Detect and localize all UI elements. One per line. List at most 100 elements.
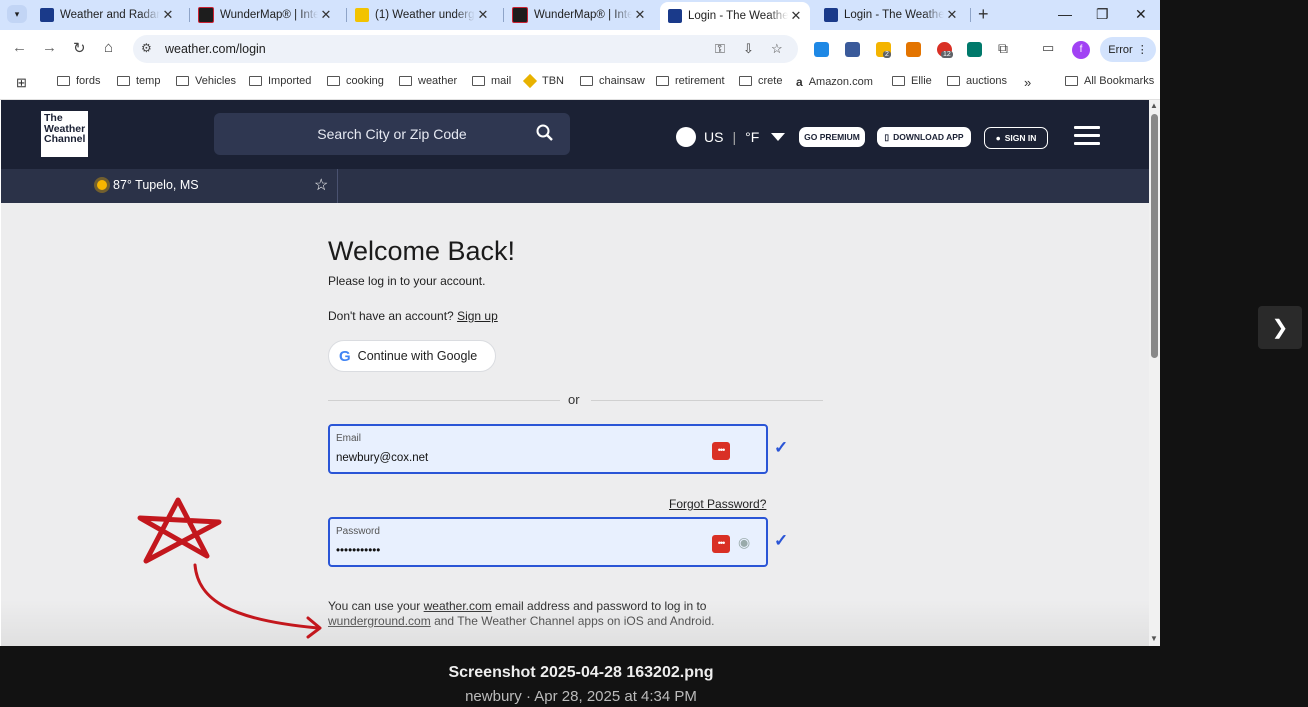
- location-label: 87° Tupelo, MS: [113, 178, 199, 192]
- email-field[interactable]: Email newbury@cox.net •••: [328, 424, 768, 474]
- extension-chart-icon[interactable]: [906, 42, 921, 57]
- site-header: The Weather Channel Search City or Zip C…: [1, 100, 1149, 169]
- scrollbar-thumb[interactable]: [1151, 114, 1158, 358]
- close-icon[interactable]: ✕: [788, 8, 804, 24]
- go-premium-button[interactable]: GO PREMIUM: [799, 127, 865, 147]
- scroll-up-icon[interactable]: ▲: [1150, 101, 1158, 110]
- password-field[interactable]: Password ••••••••••• ••• ◉: [328, 517, 768, 567]
- bookmark-label: fords: [76, 75, 101, 87]
- hamburger-menu-icon[interactable]: [1074, 126, 1100, 150]
- close-icon[interactable]: ✕: [944, 7, 960, 23]
- tab-search-icon[interactable]: ▾: [7, 5, 27, 23]
- bookmark-label: Amazon.com: [808, 76, 873, 88]
- back-button[interactable]: ←: [12, 39, 27, 56]
- forgot-password-link[interactable]: Forgot Password?: [669, 497, 766, 511]
- tab-strip: ▾ Weather and Radar M ✕ WunderMap® | Int…: [0, 0, 1160, 30]
- email-label: Email: [336, 433, 362, 444]
- error-menu-button[interactable]: Error ⋮: [1100, 37, 1156, 62]
- region-label: US: [704, 129, 724, 145]
- bookmark-imported[interactable]: Imported: [249, 75, 311, 87]
- bookmark-fords[interactable]: fords: [57, 75, 100, 87]
- password-manager-icon[interactable]: •••: [712, 442, 730, 460]
- wunderground-link[interactable]: wunderground.com: [328, 614, 431, 628]
- extensions-puzzle-icon[interactable]: ⧉: [998, 40, 1008, 57]
- bookmark-retirement[interactable]: retirement: [656, 75, 725, 87]
- close-window-button[interactable]: ✕: [1135, 6, 1147, 23]
- address-bar[interactable]: ⚙ weather.com/login ⚿ ⇩ ☆: [133, 35, 798, 63]
- bookmark-temp[interactable]: temp: [117, 75, 160, 87]
- bookmark-star-icon[interactable]: ☆: [771, 41, 783, 57]
- password-value[interactable]: •••••••••••: [336, 545, 380, 557]
- location-search-input[interactable]: Search City or Zip Code: [214, 113, 570, 155]
- close-icon[interactable]: ✕: [318, 7, 334, 23]
- screenshot-meta: newbury · Apr 28, 2025 at 4:34 PM: [465, 688, 697, 705]
- close-icon[interactable]: ✕: [632, 7, 648, 23]
- units-selector[interactable]: US | °F: [676, 127, 786, 147]
- bookmark-amazon[interactable]: a Amazon.com: [796, 75, 873, 89]
- site-settings-icon[interactable]: ⚙: [141, 41, 157, 57]
- password-valid-check-icon: ✓: [774, 531, 789, 550]
- sign-in-button[interactable]: ● SIGN IN: [984, 127, 1048, 149]
- tab-title: Login - The Weather: [688, 10, 788, 22]
- cast-icon[interactable]: ▭: [1042, 40, 1054, 56]
- tab-6[interactable]: Login - The Weather ✕: [816, 2, 966, 28]
- unit-label: °F: [745, 129, 760, 145]
- new-tab-button[interactable]: +: [978, 4, 989, 25]
- account-info-text: You can use your weather.com email addre…: [328, 599, 748, 629]
- bookmark-cooking[interactable]: cooking: [327, 75, 384, 87]
- url-text[interactable]: weather.com/login: [165, 42, 266, 56]
- restore-button[interactable]: ❐: [1096, 6, 1109, 23]
- extension-photo-icon[interactable]: [845, 42, 860, 57]
- extension-teal-icon[interactable]: [967, 42, 982, 57]
- show-password-eye-icon[interactable]: ◉: [738, 534, 750, 551]
- globe-icon: [676, 127, 696, 147]
- sign-up-link[interactable]: Sign up: [457, 309, 498, 323]
- bookmark-mail[interactable]: mail: [472, 75, 511, 87]
- tab-4[interactable]: WunderMap® | Intera ✕: [504, 2, 654, 28]
- bookmarks-overflow-button[interactable]: »: [1024, 75, 1031, 90]
- bookmark-chainsaw[interactable]: chainsaw: [580, 75, 645, 87]
- divider: [328, 400, 560, 401]
- folder-icon: [176, 76, 189, 86]
- bookmark-auctions[interactable]: auctions: [947, 75, 1007, 87]
- scroll-down-icon[interactable]: ▼: [1150, 634, 1158, 643]
- forward-button[interactable]: →: [42, 39, 57, 56]
- password-key-icon[interactable]: ⚿: [715, 41, 725, 57]
- all-bookmarks-button[interactable]: All Bookmarks: [1065, 75, 1154, 87]
- next-image-button[interactable]: ❯: [1258, 306, 1302, 349]
- reload-button[interactable]: ↻: [73, 39, 86, 57]
- close-icon[interactable]: ✕: [475, 7, 491, 23]
- tab-2[interactable]: WunderMap® | Intera ✕: [190, 2, 340, 28]
- apps-grid-icon[interactable]: ⊞: [16, 75, 27, 91]
- page-scrollbar[interactable]: ▲ ▼: [1149, 100, 1160, 646]
- bookmark-weather[interactable]: weather: [399, 75, 457, 87]
- error-label: Error: [1108, 43, 1133, 56]
- minimize-button[interactable]: —: [1058, 6, 1072, 22]
- bookmark-ellie[interactable]: Ellie: [892, 75, 932, 87]
- bookmark-vehicles[interactable]: Vehicles: [176, 75, 236, 87]
- current-location[interactable]: 87° Tupelo, MS: [97, 178, 199, 192]
- folder-icon: [472, 76, 485, 86]
- search-icon[interactable]: [536, 124, 554, 142]
- bookmark-crete[interactable]: crete: [739, 75, 782, 87]
- extension-arrow-icon[interactable]: [814, 42, 829, 57]
- bookmark-label: retirement: [675, 75, 725, 87]
- weather-channel-icon: [40, 8, 54, 22]
- tab-1[interactable]: Weather and Radar M ✕: [32, 2, 182, 28]
- tab-title: WunderMap® | Intera: [534, 9, 632, 21]
- install-app-icon[interactable]: ⇩: [743, 41, 754, 57]
- close-icon[interactable]: ✕: [160, 7, 176, 23]
- email-value[interactable]: newbury@cox.net: [336, 452, 428, 464]
- profile-avatar[interactable]: f: [1072, 41, 1090, 59]
- tab-5-active[interactable]: Login - The Weather ✕: [660, 2, 810, 30]
- google-signin-button[interactable]: G Continue with Google: [328, 340, 496, 372]
- weather-channel-logo[interactable]: The Weather Channel: [41, 111, 88, 157]
- tab-3[interactable]: (1) Weather undergro ✕: [347, 2, 497, 28]
- password-manager-icon[interactable]: •••: [712, 535, 730, 553]
- weather-com-link[interactable]: weather.com: [424, 599, 492, 613]
- favorite-star-icon[interactable]: ☆: [314, 175, 328, 195]
- bookmark-label: cooking: [346, 75, 384, 87]
- bookmark-tbn[interactable]: TBN: [522, 73, 564, 89]
- home-button[interactable]: ⌂: [104, 39, 113, 56]
- download-app-button[interactable]: ▯ DOWNLOAD APP: [877, 127, 971, 147]
